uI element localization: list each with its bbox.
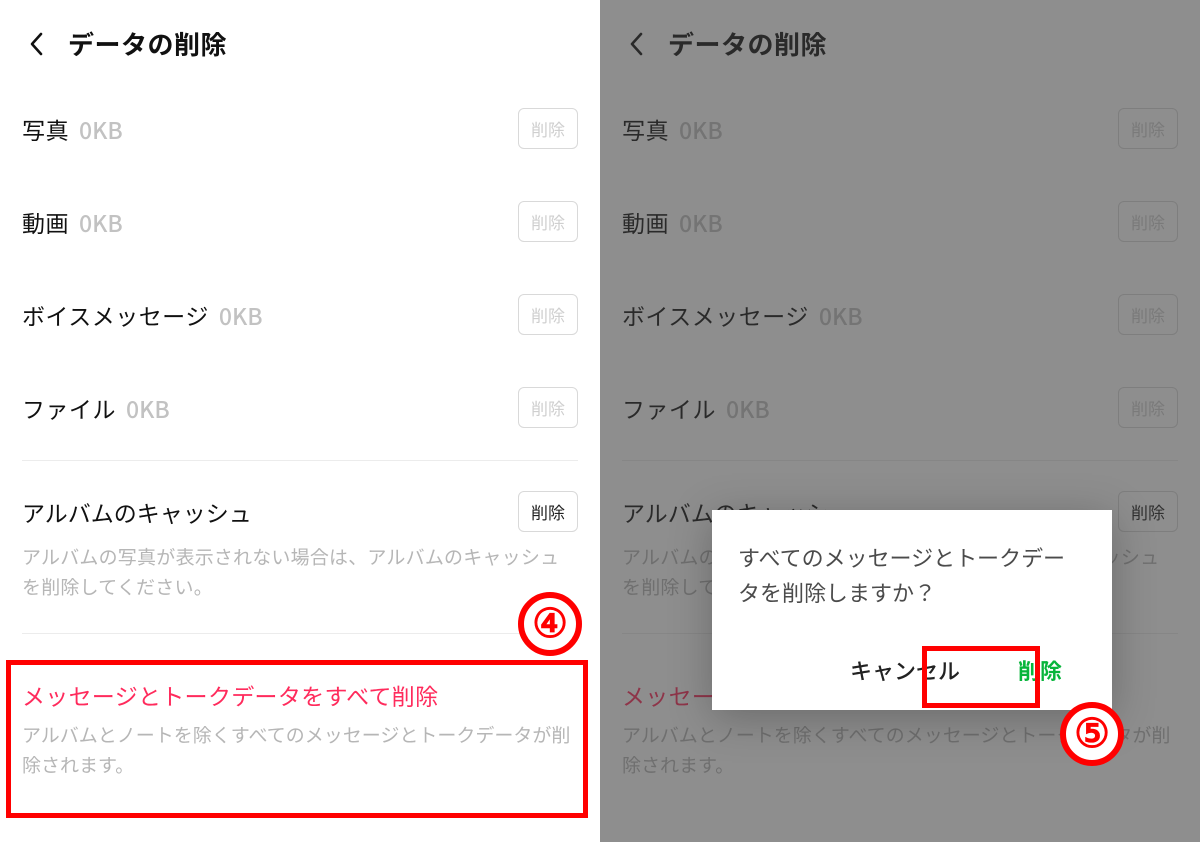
row-size: 0KB <box>79 112 123 146</box>
left-header: データの削除 <box>0 0 600 82</box>
row-photos: 写真 0KB 削除 <box>22 82 578 175</box>
delete-all-messages-block[interactable]: メッセージとトークデータをすべて削除 アルバムとノートを除くすべてのメッセージと… <box>22 670 578 789</box>
row-label: 写真 <box>22 112 69 146</box>
page-title: データの削除 <box>68 25 227 62</box>
modal-overlay[interactable] <box>600 0 1200 842</box>
row-label: 動画 <box>22 205 69 239</box>
chevron-left-icon <box>29 32 43 56</box>
confirm-dialog: すべてのメッセージとトークデータを削除しますか？ キャンセル 削除 <box>712 510 1112 710</box>
right-pane: データの削除 写真 0KB 削除 動画 0KB 削除 ボイスメッセージ <box>600 0 1200 842</box>
divider <box>22 460 578 461</box>
album-cache-title: アルバムのキャッシュ <box>22 495 252 529</box>
row-files: ファイル 0KB 削除 <box>22 361 578 454</box>
row-size: 0KB <box>79 205 123 239</box>
left-pane: データの削除 写真 0KB 削除 動画 0KB 削除 ボイスメッセージ <box>0 0 600 842</box>
dialog-cancel-button[interactable]: キャンセル <box>850 654 960 686</box>
delete-button-videos[interactable]: 削除 <box>518 201 578 242</box>
album-cache-block: アルバムのキャッシュ 削除 アルバムの写真が表示されない場合は、アルバムのキャッ… <box>22 465 578 603</box>
delete-button-voice[interactable]: 削除 <box>518 294 578 335</box>
delete-all-messages-title: メッセージとトークデータをすべて削除 <box>22 678 578 712</box>
dialog-confirm-button[interactable]: 削除 <box>1018 654 1062 686</box>
row-videos: 動画 0KB 削除 <box>22 175 578 268</box>
row-label: ボイスメッセージ <box>22 298 209 332</box>
delete-button-album-cache[interactable]: 削除 <box>518 491 578 532</box>
row-size: 0KB <box>126 391 170 425</box>
back-button[interactable] <box>22 30 50 58</box>
divider <box>22 633 578 634</box>
delete-button-photos[interactable]: 削除 <box>518 108 578 149</box>
row-size: 0KB <box>219 298 263 332</box>
dialog-message: すべてのメッセージとトークデータを削除しますか？ <box>738 540 1086 610</box>
delete-all-messages-desc: アルバムとノートを除くすべてのメッセージとトークデータが削除されます。 <box>22 720 578 781</box>
row-label: ファイル <box>22 391 116 425</box>
delete-button-files[interactable]: 削除 <box>518 387 578 428</box>
album-cache-desc: アルバムの写真が表示されない場合は、アルバムのキャッシュを削除してください。 <box>22 542 578 603</box>
row-voice: ボイスメッセージ 0KB 削除 <box>22 268 578 361</box>
